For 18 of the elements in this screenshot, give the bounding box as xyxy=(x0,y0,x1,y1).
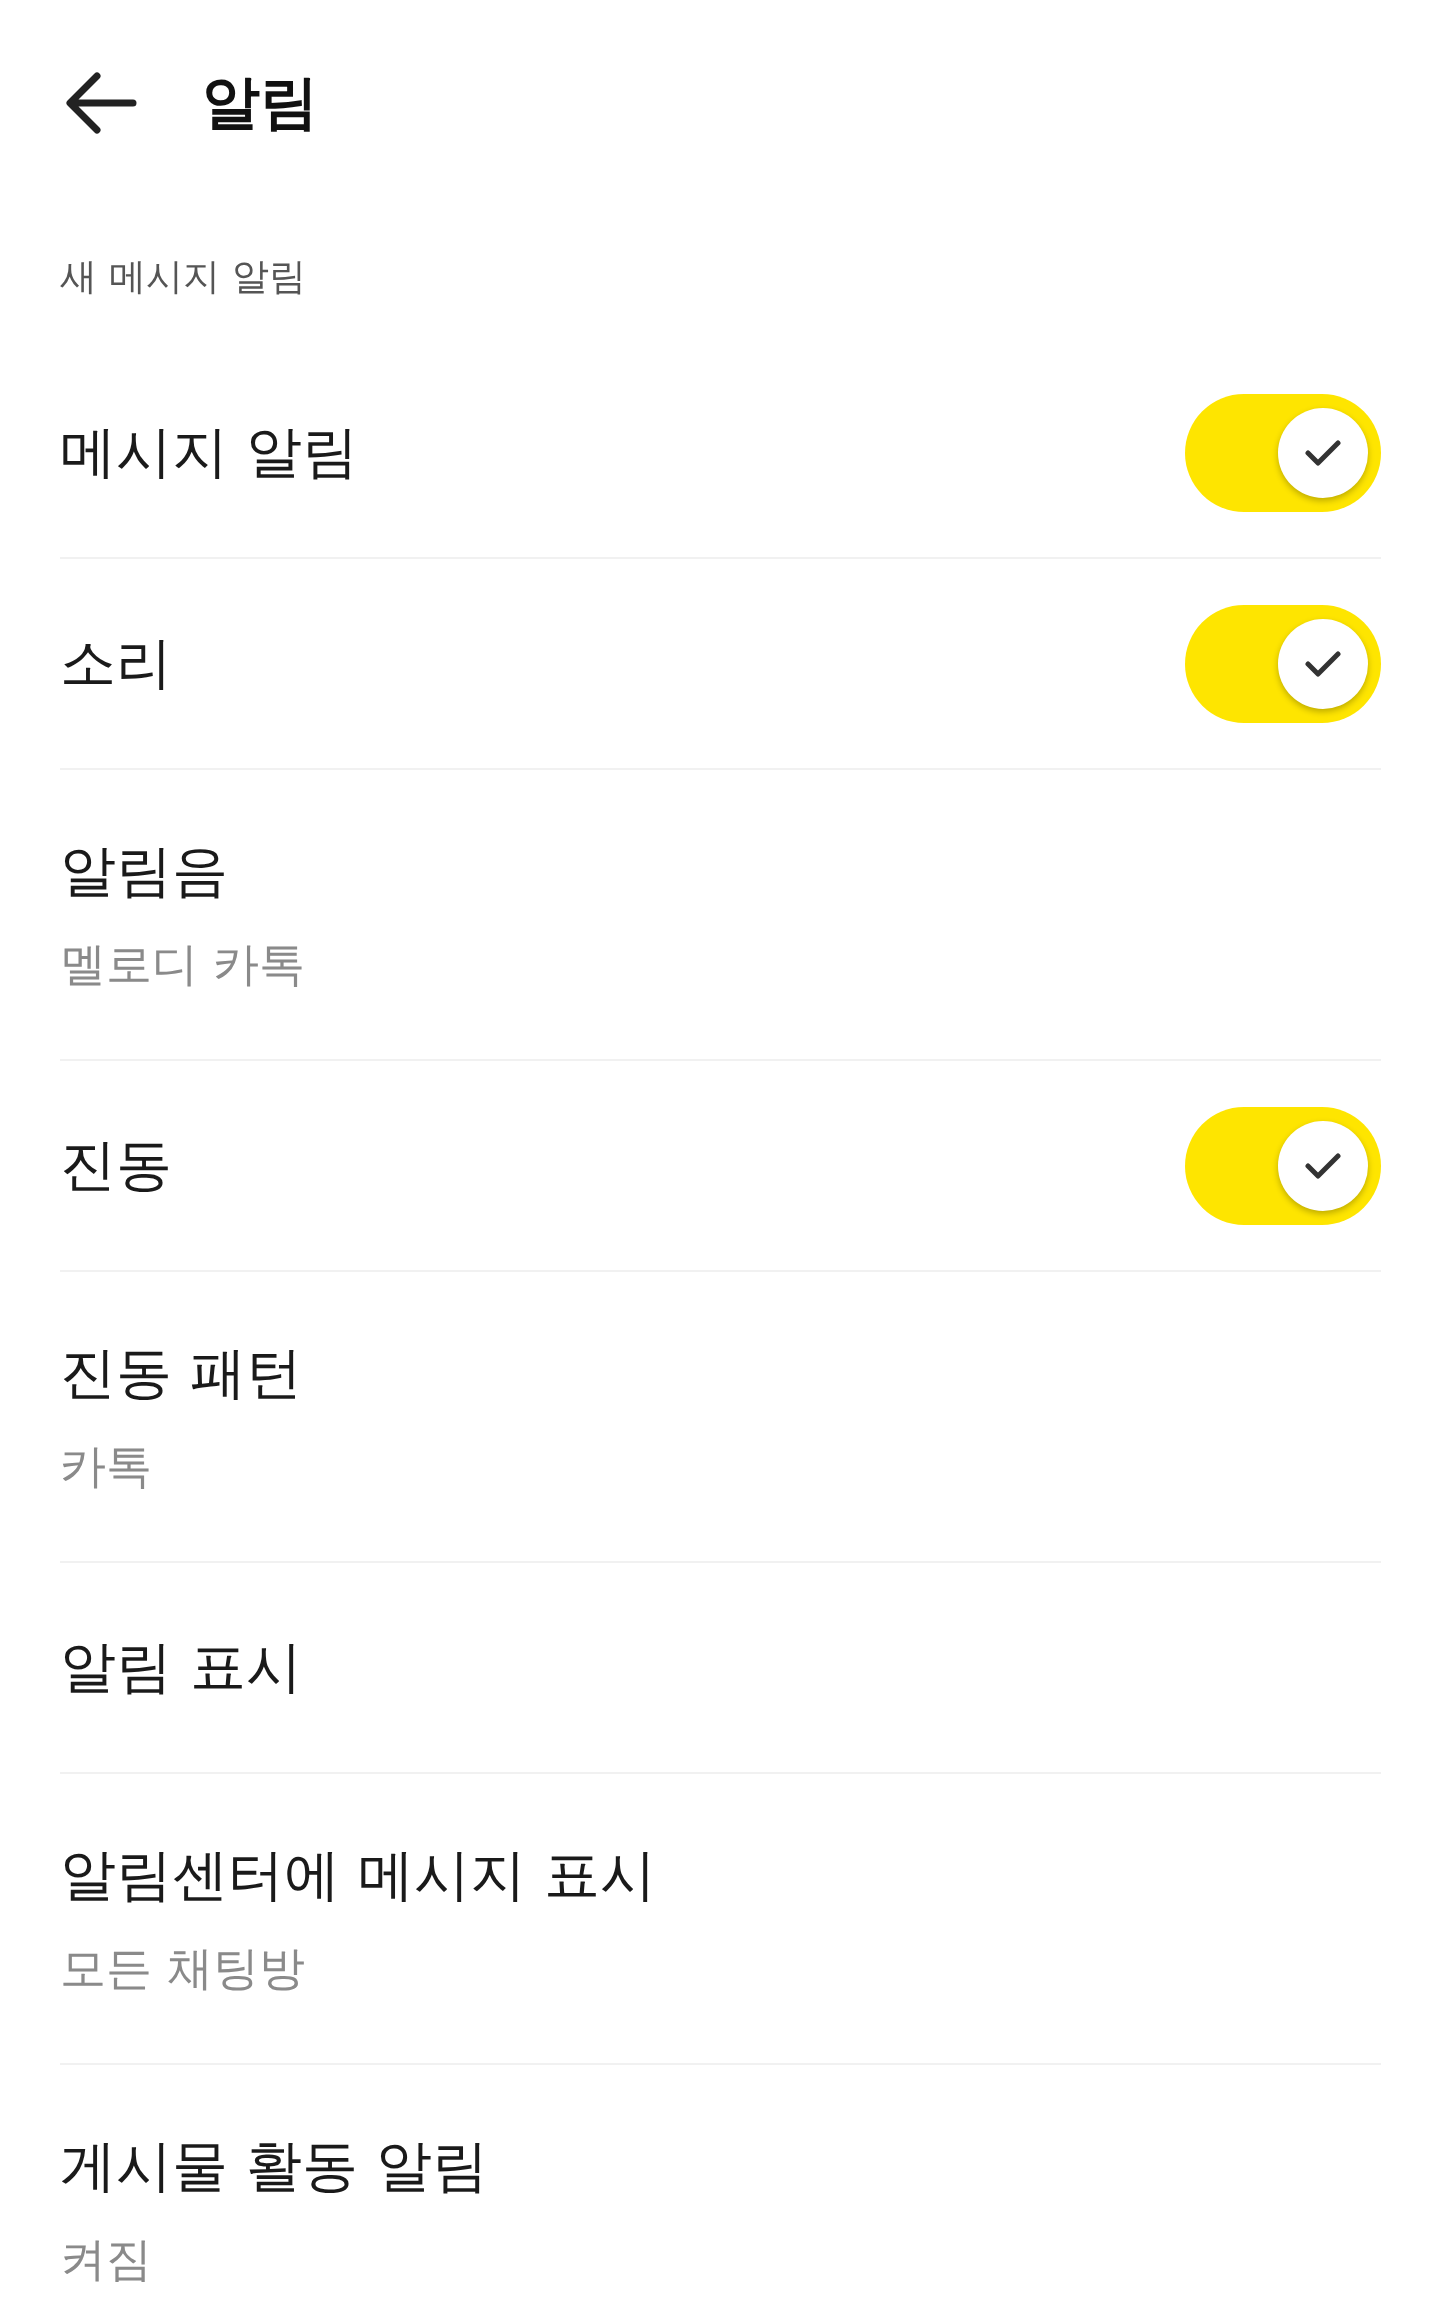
setting-label: 메시지 알림 xyxy=(60,417,358,486)
check-icon xyxy=(1305,438,1341,467)
setting-label[interactable]: 진동 패턴 xyxy=(60,1335,302,1412)
setting-value: 멜로디 카톡 xyxy=(60,935,305,993)
back-icon xyxy=(65,70,137,135)
setting-label[interactable]: 알림음 xyxy=(60,833,305,910)
setting-value: 켜짐 xyxy=(60,2230,153,2288)
setting-value: 카톡 xyxy=(60,1437,153,1495)
setting-value: 모든 채팅방 xyxy=(60,1939,306,1997)
setting-label[interactable]: 알림센터에 메시지 표시 xyxy=(60,1837,656,1914)
setting-label[interactable]: 알림 표시 xyxy=(60,1629,302,1706)
check-icon xyxy=(1305,649,1341,678)
section-title: 새 메시지 알림 xyxy=(60,253,306,300)
setting-label[interactable]: 게시물 활동 알림 xyxy=(60,2128,488,2205)
setting-label: 소리 xyxy=(60,628,172,697)
page-title: 알림 xyxy=(202,66,318,138)
check-icon xyxy=(1305,1151,1341,1180)
setting-label: 진동 xyxy=(60,1130,172,1199)
